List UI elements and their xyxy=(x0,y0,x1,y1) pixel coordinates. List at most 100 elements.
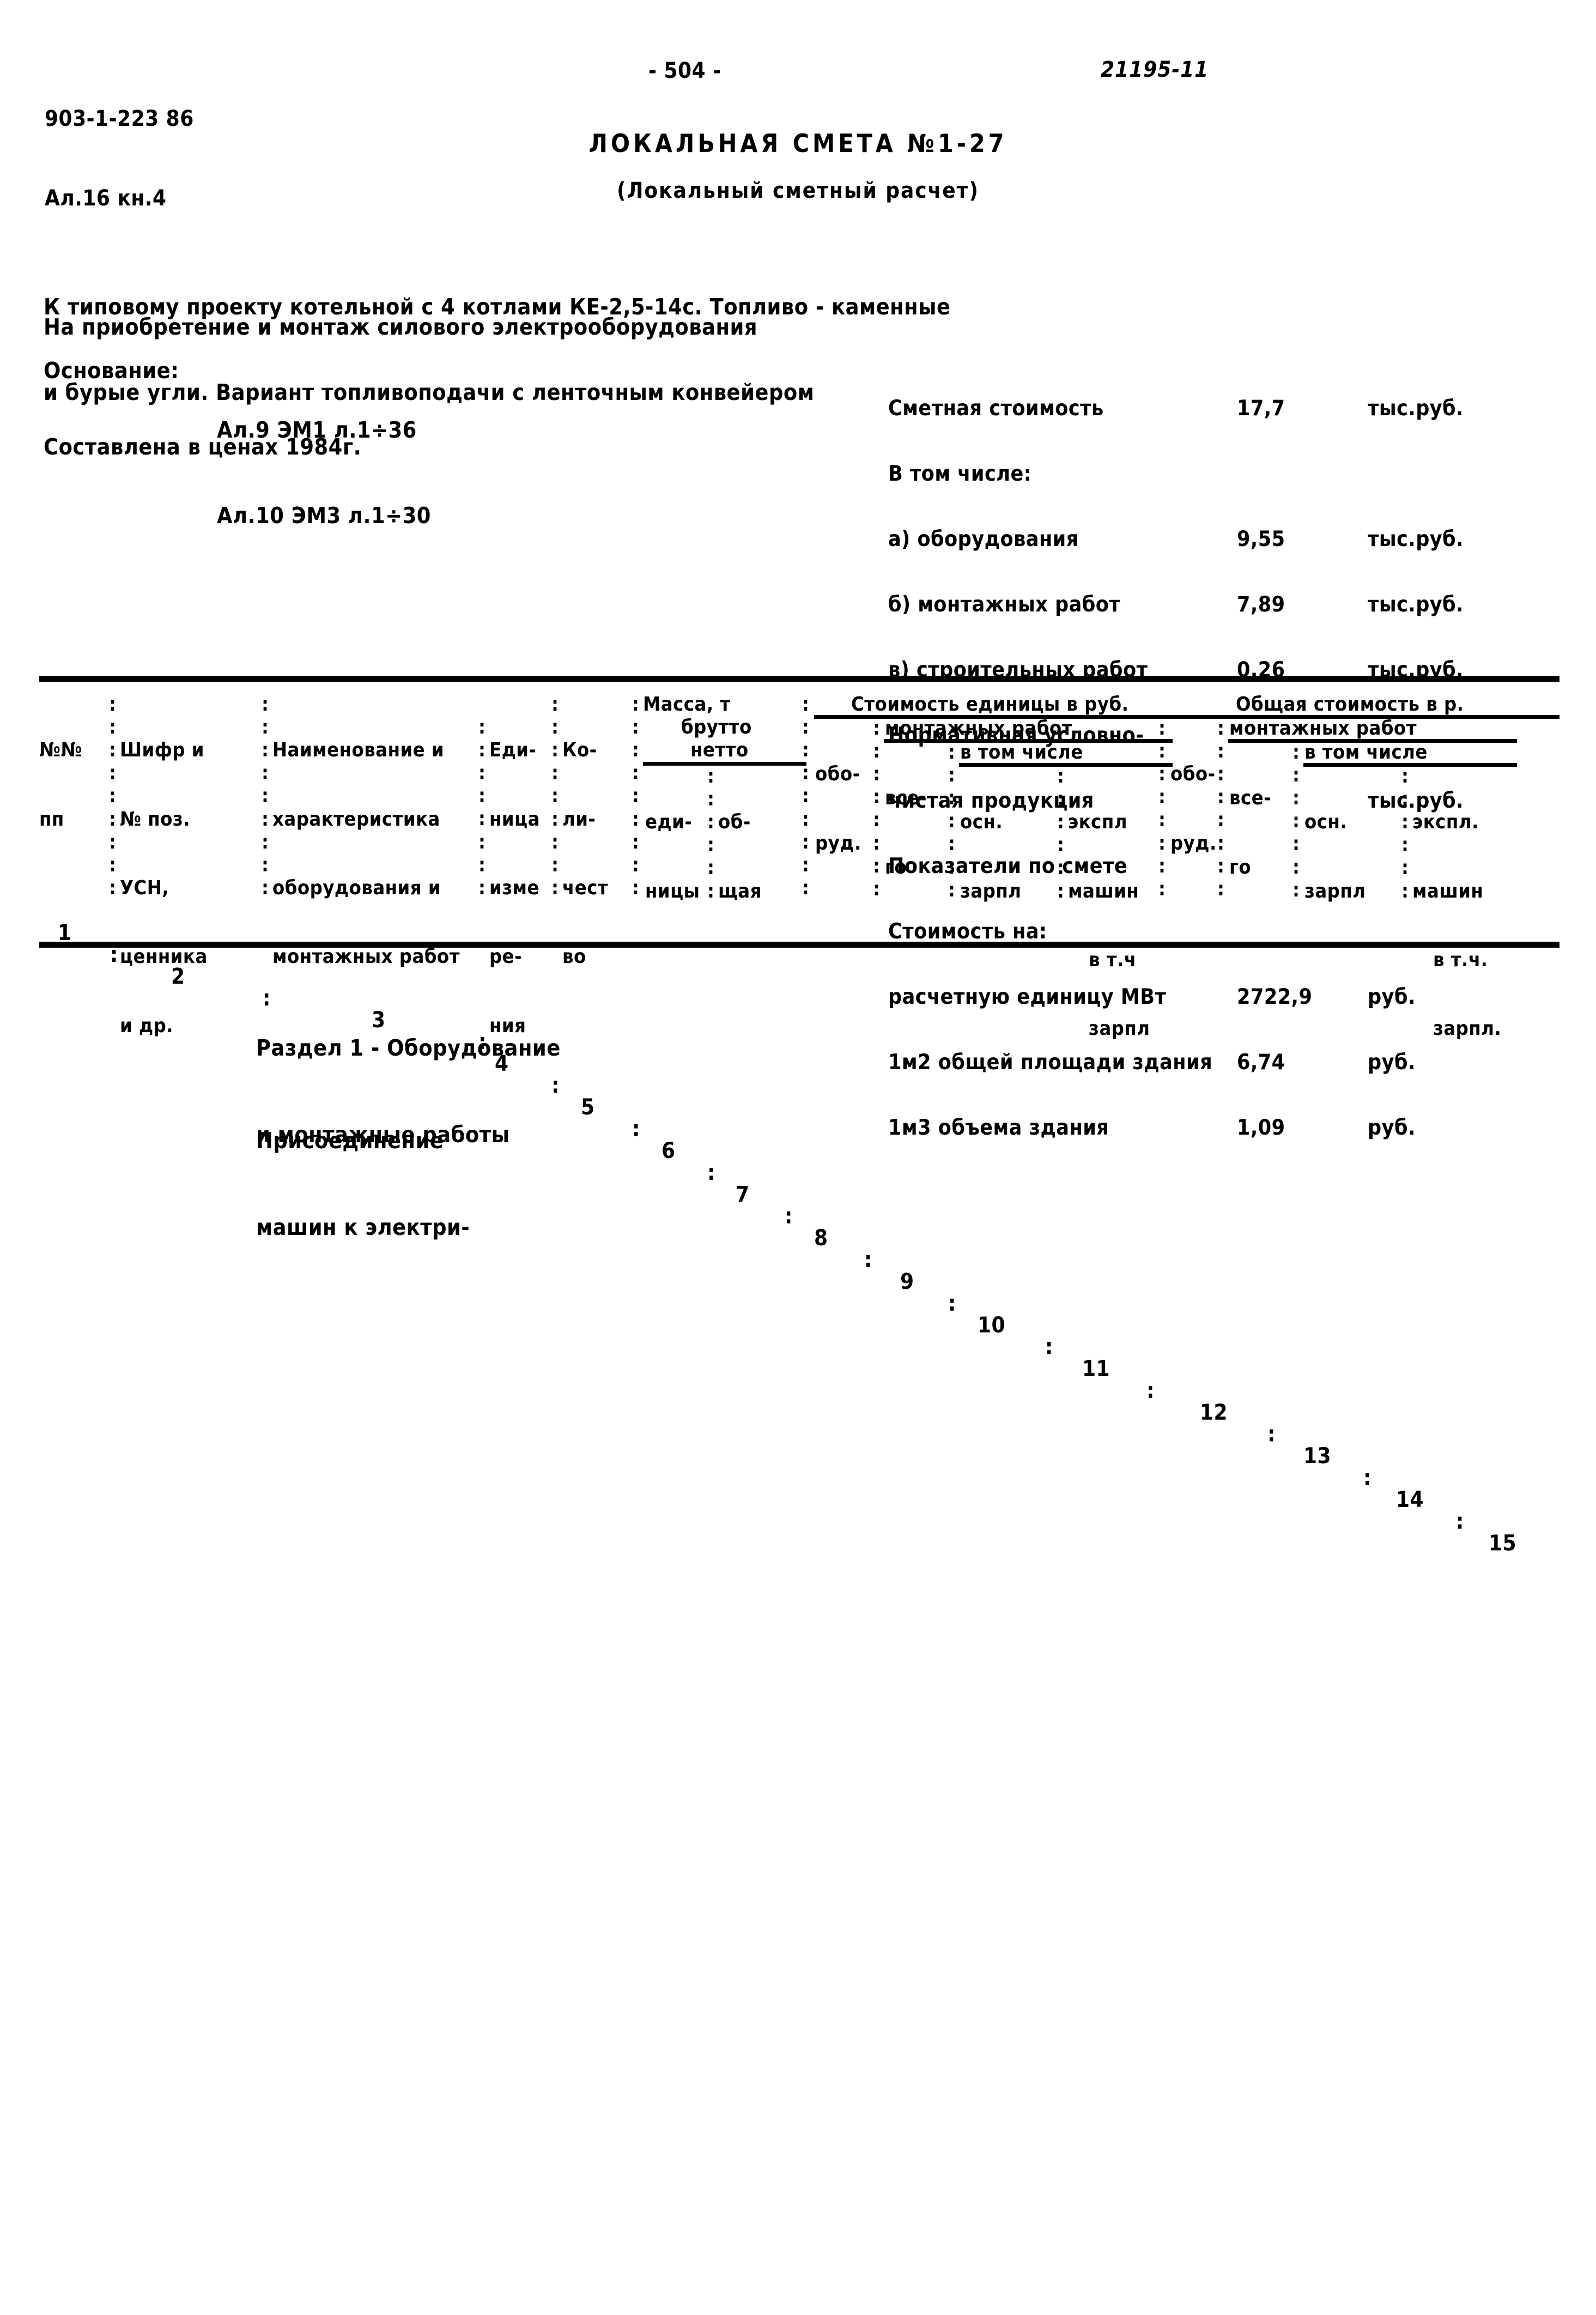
header-mont-works-total: монтажных работ xyxy=(1229,717,1417,740)
document-code: 903-1-223 86 Ал.16 кн.4 xyxy=(45,52,194,265)
basis-reference-2: Ал.10 ЭМ3 л.1÷30 xyxy=(217,502,431,529)
summary-row: а) оборудования 9,55 тыс.руб. xyxy=(888,529,1509,552)
header-col-2: Шифр и № поз. УСН, ценника и др. xyxy=(120,693,208,1083)
header-col-7-line-1: об- xyxy=(718,811,751,834)
header-col-1-line-1: №№ xyxy=(39,739,82,762)
estimate-purpose: На приобретение и монтаж силового электр… xyxy=(44,314,758,340)
document-code-line-1: 903-1-223 86 xyxy=(45,106,194,131)
header-col-13: все- го xyxy=(1229,741,1271,925)
header-mont-works-unit: монтажных работ xyxy=(885,717,1072,740)
summary-row: 1м3 объема здания 1,09 руб. xyxy=(888,1117,1509,1140)
header-col-5: Ко- ли- чест во xyxy=(562,693,608,1015)
header-col-6-line-2: ницы xyxy=(645,880,700,902)
column-number: 2 xyxy=(171,964,185,989)
column-separator: : xyxy=(1267,1422,1276,1447)
first-item-line-1: Присоединение xyxy=(256,1127,444,1154)
price-level-note: Составлена в ценах 1984г. xyxy=(44,434,362,460)
header-col-15-line-3: в т.ч. xyxy=(1433,948,1488,971)
summary-unit: тыс.руб. xyxy=(1368,527,1464,552)
header-unit-cost-title: Стоимость единицы в руб. xyxy=(851,693,1129,716)
summary-label: 1м3 объема здания xyxy=(888,1116,1109,1140)
header-col-4-line-3: изме xyxy=(489,876,539,899)
column-separator: : xyxy=(948,1291,956,1316)
summary-value: 2722,9 xyxy=(1237,985,1313,1009)
header-col-2-line-3: УСН, xyxy=(120,876,169,899)
summary-unit: тыс.руб. xyxy=(1368,592,1464,617)
section-title-line-1: Раздел 1 - Оборудование xyxy=(256,1034,561,1061)
header-col-14-line-1: осн. xyxy=(1304,811,1348,834)
column-separator: : xyxy=(864,1247,872,1272)
summary-value: 1,09 xyxy=(1237,1116,1285,1140)
header-col-3-line-3: оборудования и xyxy=(272,876,441,899)
column-number: 9 xyxy=(900,1269,914,1294)
header-col-12-line-2: руд. xyxy=(1170,832,1217,855)
summary-label: В том числе: xyxy=(888,462,1032,486)
header-col-2-line-1: Шифр и xyxy=(120,739,204,762)
header-col-9-line-1: все- xyxy=(885,787,927,810)
header-col-8-line-1: обо- xyxy=(815,763,860,786)
header-col-11-line-2: машин xyxy=(1068,880,1139,902)
column-number: 11 xyxy=(1082,1356,1110,1381)
header-total-cost-title: Общая стоимость в р. xyxy=(1236,693,1464,716)
column-number: 7 xyxy=(736,1182,750,1207)
header-col-2-line-5: и др. xyxy=(120,1014,174,1037)
column-separator: : xyxy=(632,1117,640,1142)
column-number: 6 xyxy=(662,1138,676,1163)
header-col-2-line-4: ценника xyxy=(120,946,208,968)
header-col-8: обо- руд. xyxy=(815,717,861,901)
header-col-4-line-1: Еди- xyxy=(489,739,537,762)
header-col-1-line-2: пп xyxy=(39,808,64,831)
column-separator: : : : : : : : : : xyxy=(551,693,559,899)
project-description-line-2: и бурые угли. Вариант топливоподачи с ле… xyxy=(44,379,815,406)
header-col-12: обо- руд. xyxy=(1170,717,1217,901)
header-col-11-line-4: зарпл xyxy=(1089,1017,1150,1040)
header-col-3: Наименование и характеристика оборудован… xyxy=(272,693,460,1015)
project-description: К типовому проекту котельной с 4 котлами… xyxy=(44,235,951,464)
header-v-tom-chisle-unit: в том числе xyxy=(960,741,1083,763)
header-col-2-line-2: № поз. xyxy=(120,808,190,831)
summary-row: В том числе: xyxy=(888,463,1509,486)
header-col-1: №№ пп xyxy=(39,693,82,877)
column-number: 13 xyxy=(1303,1444,1332,1469)
first-item-line-2: машин к электри- xyxy=(256,1214,470,1241)
column-separator: : : : : : : : : : xyxy=(262,693,269,899)
header-col-4-line-2: ница xyxy=(489,808,540,831)
summary-label: Сметная стоимость xyxy=(888,396,1104,421)
header-col-5-line-3: чест xyxy=(562,876,609,899)
column-number: 1 xyxy=(58,920,72,946)
column-separator: : : : : : : xyxy=(1401,765,1409,902)
header-col-10-line-2: зарпл xyxy=(960,880,1022,902)
summary-unit: тыс.руб. xyxy=(1368,396,1464,421)
column-number: 15 xyxy=(1489,1531,1517,1556)
header-col-8-line-2: руд. xyxy=(815,832,861,855)
header-col-3-line-1: Наименование и xyxy=(272,739,445,762)
summary-value: 17,7 xyxy=(1237,396,1285,421)
column-separator: : : : : : : : xyxy=(948,741,956,901)
header-col-5-line-2: ли- xyxy=(562,808,596,831)
header-col-14-line-2: зарпл xyxy=(1304,880,1366,902)
header-col-13-line-1: все- xyxy=(1229,787,1272,810)
header-col-7-line-2: щая xyxy=(718,880,762,902)
header-col-15-line-4: зарпл. xyxy=(1433,1017,1502,1040)
column-separator: : xyxy=(785,1204,793,1229)
header-col-5-line-1: Ко- xyxy=(562,739,597,762)
header-col-3-line-2: характеристика xyxy=(272,808,440,831)
header-col-4-line-4: ре- xyxy=(489,946,523,968)
sheet-code: 21195-11 xyxy=(1101,57,1209,82)
summary-label: расчетную единицу МВт xyxy=(888,985,1167,1009)
column-separator: : : : : : : xyxy=(707,765,715,902)
column-number: 5 xyxy=(581,1095,595,1120)
column-separator: : xyxy=(1146,1378,1155,1403)
header-col-11-line-3: в т.ч xyxy=(1089,948,1137,971)
header-mass-title: Масса, т xyxy=(643,693,731,716)
header-mass-netto: нетто xyxy=(690,739,749,761)
column-separator: : xyxy=(1045,1335,1053,1360)
column-separator: : : : : : : : xyxy=(1292,741,1300,901)
header-col-11-line-1: экспл xyxy=(1068,811,1127,834)
column-separator: : xyxy=(707,1160,715,1185)
column-separator: : : : : : : : : xyxy=(873,717,881,900)
table-header: №№ пп : : : : : : : : : Шифр и № поз. УС… xyxy=(39,691,1559,1040)
page-subtitle: (Локальный сметный расчет) xyxy=(617,178,979,203)
header-col-12-line-1: обо- xyxy=(1170,763,1216,786)
header-col-15-line-2: машин xyxy=(1412,880,1484,902)
